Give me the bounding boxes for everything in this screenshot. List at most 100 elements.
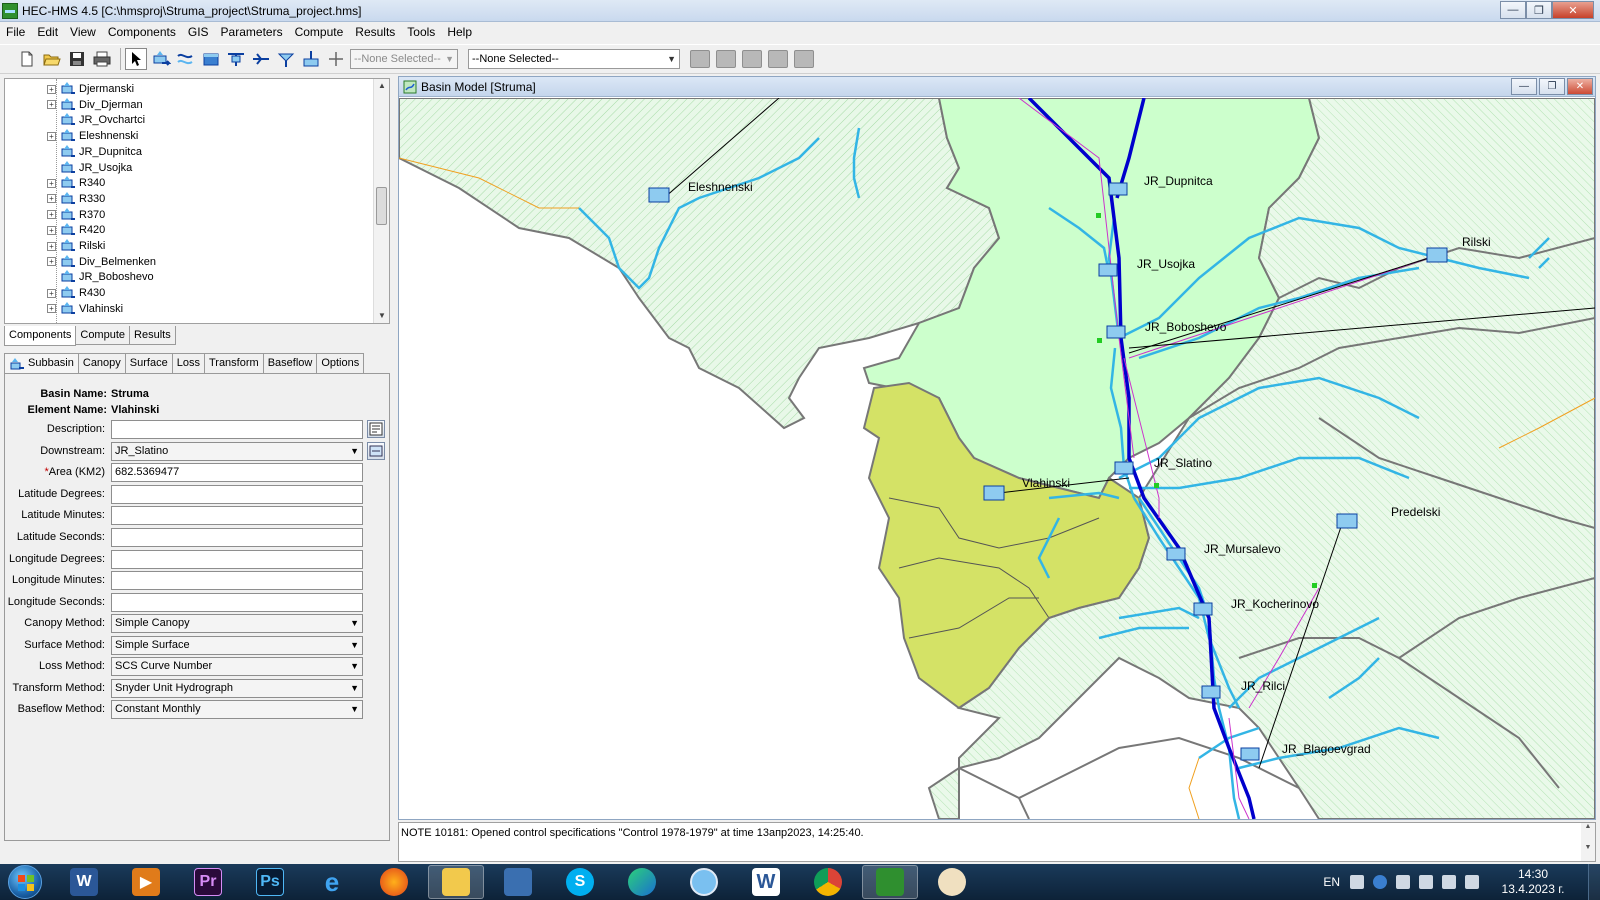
tab-compute[interactable]: Compute <box>75 326 131 345</box>
vlahinski-subbasin-icon[interactable] <box>983 485 1005 501</box>
taskbar-photoshop[interactable]: Ps <box>242 865 298 899</box>
menu-results[interactable]: Results <box>349 22 401 42</box>
rilski-subbasin-icon[interactable] <box>1426 247 1448 263</box>
show-desktop-button[interactable] <box>1588 864 1600 900</box>
description-editor-button[interactable] <box>367 420 385 438</box>
diversion-tool-icon[interactable] <box>250 48 272 70</box>
tree-item[interactable]: JR_Dupnitca <box>47 144 142 160</box>
tab-subbasin[interactable]: Subbasin <box>4 353 79 373</box>
tree-item[interactable]: + Div_Belmenken <box>47 254 156 270</box>
clock[interactable]: 14:30 13.4.2023 г. <box>1488 867 1578 897</box>
jr-kocherinovo-junction-icon[interactable] <box>1193 602 1213 616</box>
expand-icon[interactable]: + <box>47 100 56 110</box>
expand-icon[interactable]: + <box>47 241 56 251</box>
save-icon[interactable] <box>66 48 88 70</box>
time-series-results-icon[interactable] <box>794 50 814 68</box>
longitude-minutes-field[interactable] <box>111 571 363 590</box>
taskbar-firefox[interactable] <box>366 865 422 899</box>
usb-icon[interactable] <box>1419 875 1433 889</box>
tab-surface[interactable]: Surface <box>124 353 173 373</box>
taskbar-word[interactable]: W <box>56 865 112 899</box>
loss-method-select[interactable]: SCS Curve Number ▼ <box>111 657 363 676</box>
tree-scrollbar[interactable]: ▲ ▼ <box>373 79 389 323</box>
scroll-up-icon[interactable]: ▲ <box>374 79 389 93</box>
maximize-button[interactable]: ❐ <box>1526 1 1552 19</box>
show-hidden-icons-icon[interactable] <box>1396 875 1410 889</box>
transform-method-select[interactable]: Snyder Unit Hydrograph ▼ <box>111 679 363 698</box>
taskbar-chrome[interactable] <box>800 865 856 899</box>
new-file-icon[interactable] <box>16 48 38 70</box>
reach-tool-icon[interactable] <box>175 48 197 70</box>
volume-icon[interactable] <box>1442 875 1456 889</box>
expand-icon[interactable]: + <box>47 131 56 141</box>
taskbar-hec-hms[interactable] <box>862 865 918 899</box>
taskbar-remote-desktop[interactable] <box>490 865 546 899</box>
basin-minimize-button[interactable]: — <box>1511 78 1537 95</box>
taskbar-edge[interactable] <box>614 865 670 899</box>
tab-canopy[interactable]: Canopy <box>77 353 126 373</box>
downstream-select-button[interactable] <box>367 442 385 460</box>
message-scrollbar[interactable]: ▲ ▼ <box>1581 823 1595 861</box>
jr-blagoevgrad-junction-icon[interactable] <box>1240 747 1260 761</box>
taskbar-skype[interactable]: S <box>552 865 608 899</box>
network-icon[interactable] <box>1465 875 1479 889</box>
toolbar-selector-1[interactable]: --None Selected-- ▼ <box>350 49 458 69</box>
basin-map-canvas[interactable]: Eleshnenski JR_Dupnitca JR_Usojka Rilski… <box>399 98 1595 819</box>
tree-item[interactable]: JR_Boboshevo <box>47 269 154 285</box>
downstream-select[interactable]: JR_Slatino ▼ <box>111 442 363 461</box>
jr-usojka-junction-icon[interactable] <box>1098 263 1118 277</box>
menu-compute[interactable]: Compute <box>289 22 350 42</box>
expand-icon[interactable]: + <box>47 225 56 235</box>
area-field[interactable]: 682.5369477 <box>111 463 363 482</box>
latitude-seconds-field[interactable] <box>111 528 363 547</box>
tree-item[interactable]: + Div_Djerman <box>47 97 143 113</box>
language-indicator[interactable]: EN <box>1323 875 1340 889</box>
expand-icon[interactable]: + <box>47 210 56 220</box>
baseflow-method-select[interactable]: Constant Monthly ▼ <box>111 700 363 719</box>
tree-item[interactable]: JR_Ovchartci <box>47 112 145 128</box>
tree-item[interactable]: + Djermanski <box>47 81 134 97</box>
tree-item[interactable]: + Eleshnenski <box>47 128 138 144</box>
print-icon[interactable] <box>91 48 113 70</box>
add-point-icon[interactable] <box>325 48 347 70</box>
tree-item[interactable]: + Rilski <box>47 238 105 254</box>
tab-results[interactable]: Results <box>129 326 176 345</box>
help-icon[interactable] <box>1373 875 1387 889</box>
expand-icon[interactable]: + <box>47 304 56 314</box>
keyboard-icon[interactable] <box>1350 875 1364 889</box>
run-compute-icon[interactable] <box>690 50 710 68</box>
tree-item[interactable]: + R370 <box>47 207 105 223</box>
basin-close-button[interactable]: ✕ <box>1567 78 1593 95</box>
canopy-method-select[interactable]: Simple Canopy ▼ <box>111 614 363 633</box>
subbasin-tool-icon[interactable] <box>150 48 172 70</box>
basin-maximize-button[interactable]: ❐ <box>1539 78 1565 95</box>
expand-icon[interactable]: + <box>47 84 56 94</box>
menu-tools[interactable]: Tools <box>401 22 441 42</box>
open-folder-icon[interactable] <box>41 48 63 70</box>
jr-dupnitca-junction-icon[interactable] <box>1108 182 1128 196</box>
jr-boboshevo-junction-icon[interactable] <box>1106 325 1126 339</box>
expand-icon[interactable]: + <box>47 257 56 267</box>
predelski-subbasin-icon[interactable] <box>1336 513 1358 529</box>
start-button[interactable] <box>0 864 50 900</box>
menu-file[interactable]: File <box>0 22 31 42</box>
tab-components[interactable]: Components <box>4 326 77 346</box>
menu-help[interactable]: Help <box>441 22 478 42</box>
expand-icon[interactable]: + <box>47 288 56 298</box>
tab-options[interactable]: Options <box>316 353 365 373</box>
menu-parameters[interactable]: Parameters <box>215 22 289 42</box>
tree-item[interactable]: + Vlahinski <box>47 301 123 317</box>
junction-tool-icon[interactable] <box>225 48 247 70</box>
menu-edit[interactable]: Edit <box>31 22 64 42</box>
tree-item[interactable]: + R340 <box>47 175 105 191</box>
jr-rilci-junction-icon[interactable] <box>1201 685 1221 699</box>
taskbar-internet-explorer[interactable]: e <box>304 865 360 899</box>
close-button[interactable]: ✕ <box>1552 1 1594 19</box>
arrow-tool-icon[interactable] <box>125 48 147 70</box>
scroll-down-icon[interactable]: ▼ <box>374 309 389 323</box>
toolbar-selector-2[interactable]: --None Selected-- ▼ <box>468 49 680 69</box>
scroll-up-icon[interactable]: ▲ <box>1581 823 1595 830</box>
description-field[interactable] <box>111 420 363 439</box>
scroll-thumb[interactable] <box>376 187 387 225</box>
jr-slatino-junction-icon[interactable] <box>1114 461 1134 475</box>
